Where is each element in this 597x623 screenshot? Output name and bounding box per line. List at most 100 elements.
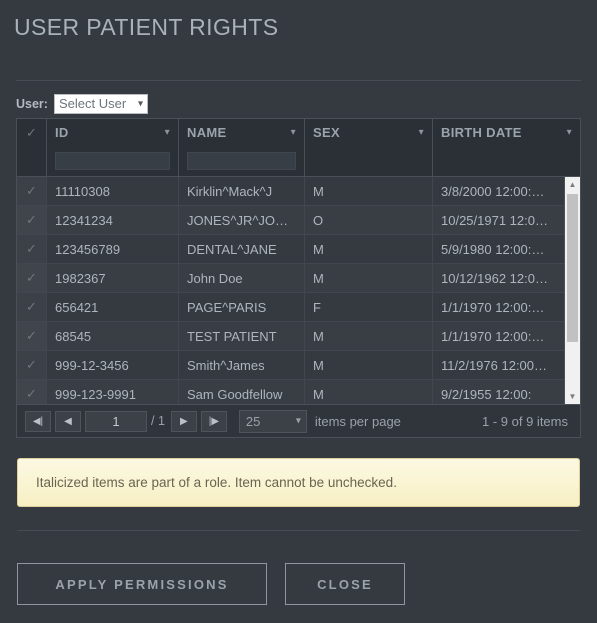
user-label: User: — [16, 97, 48, 111]
pager-prev-button[interactable]: ◀ — [55, 411, 81, 432]
grid-header-sex-title: SEX ▾ — [305, 119, 432, 146]
grid-header-name-label: NAME — [187, 125, 226, 140]
grid-rows: ✓11110308Kirklin^Mack^JM3/8/2000 12:00:…… — [17, 177, 564, 404]
user-selector-row: User: Select User ▾ — [16, 94, 148, 114]
cell-sex: M — [305, 177, 433, 205]
table-row[interactable]: ✓656421PAGE^PARISF1/1/1970 12:00:… — [17, 293, 564, 322]
row-checkmark-icon[interactable]: ✓ — [17, 293, 47, 321]
pager-range-label: 1 - 9 of 9 items — [482, 414, 572, 429]
role-notice-banner: Italicized items are part of a role. Ite… — [17, 458, 580, 507]
cell-name: PAGE^PARIS — [179, 293, 305, 321]
cell-id: 656421 — [47, 293, 179, 321]
pager-next-button[interactable]: ▶ — [171, 411, 197, 432]
grid-filter-sex-wrap — [305, 146, 432, 176]
cell-name: Smith^James — [179, 351, 305, 379]
grid-header-birth-date-label: BIRTH DATE — [441, 125, 522, 140]
page-title: USER PATIENT RIGHTS — [14, 14, 278, 41]
row-checkmark-icon[interactable]: ✓ — [17, 351, 47, 379]
grid-filter-id-wrap — [47, 146, 178, 176]
cell-dob: 5/9/1980 12:00:… — [433, 235, 564, 263]
table-row[interactable]: ✓1982367John DoeM10/12/1962 12:0… — [17, 264, 564, 293]
pager-page-size-select[interactable]: 25 — [239, 410, 307, 433]
cell-id: 68545 — [47, 322, 179, 350]
cell-name: DENTAL^JANE — [179, 235, 305, 263]
cell-sex: F — [305, 293, 433, 321]
triangle-down-icon[interactable]: ▼ — [565, 389, 580, 404]
table-row[interactable]: ✓68545TEST PATIENTM1/1/1970 12:00:… — [17, 322, 564, 351]
user-patient-rights-dialog: USER PATIENT RIGHTS User: Select User ▾ … — [0, 0, 597, 623]
grid-filter-id-input[interactable] — [55, 152, 170, 170]
row-checkmark-icon[interactable]: ✓ — [17, 322, 47, 350]
footer-divider — [17, 530, 580, 531]
cell-id: 11110308 — [47, 177, 179, 205]
cell-name: TEST PATIENT — [179, 322, 305, 350]
table-row[interactable]: ✓123456789DENTAL^JANEM5/9/1980 12:00:… — [17, 235, 564, 264]
row-checkmark-icon[interactable]: ✓ — [17, 380, 47, 404]
cell-sex: M — [305, 322, 433, 350]
close-button[interactable]: CLOSE — [285, 563, 405, 605]
patients-grid: ✓ ID ▾ NAME ▾ — [16, 118, 581, 438]
row-checkmark-icon[interactable]: ✓ — [17, 177, 47, 205]
grid-header-name[interactable]: NAME ▾ — [179, 119, 305, 176]
table-row[interactable]: ✓999-12-3456Smith^JamesM11/2/1976 12:00… — [17, 351, 564, 380]
cell-id: 123456789 — [47, 235, 179, 263]
pager-page-size-wrapper: 25 ▾ — [239, 410, 307, 433]
select-all-checkmark-icon[interactable]: ✓ — [17, 119, 46, 146]
pager-total-pages: / 1 — [151, 414, 165, 428]
grid-header-id-title: ID ▾ — [47, 119, 178, 146]
user-select-wrapper: Select User ▾ — [54, 94, 148, 114]
cell-dob: 10/25/1971 12:0… — [433, 206, 564, 234]
table-row[interactable]: ✓12341234JONES^JR^JO…O10/25/1971 12:0… — [17, 206, 564, 235]
row-checkmark-icon[interactable]: ✓ — [17, 206, 47, 234]
header-divider — [16, 80, 581, 81]
cell-dob: 10/12/1962 12:0… — [433, 264, 564, 292]
cell-sex: M — [305, 351, 433, 379]
chevron-down-icon[interactable]: ▾ — [419, 127, 424, 138]
row-checkmark-icon[interactable]: ✓ — [17, 235, 47, 263]
cell-dob: 3/8/2000 12:00:… — [433, 177, 564, 205]
pager-page-input[interactable] — [85, 411, 147, 432]
user-select[interactable]: Select User — [54, 94, 148, 114]
grid-header: ✓ ID ▾ NAME ▾ — [17, 119, 580, 177]
grid-header-id[interactable]: ID ▾ — [47, 119, 179, 176]
cell-sex: M — [305, 235, 433, 263]
grid-body: ✓11110308Kirklin^Mack^JM3/8/2000 12:00:…… — [17, 177, 580, 404]
role-notice-text: Italicized items are part of a role. Ite… — [36, 475, 397, 490]
cell-id: 999-123-9991 — [47, 380, 179, 404]
chevron-down-icon[interactable]: ▾ — [291, 127, 296, 138]
cell-dob: 11/2/1976 12:00… — [433, 351, 564, 379]
cell-dob: 1/1/1970 12:00:… — [433, 293, 564, 321]
check-filter-spacer — [17, 146, 46, 176]
cell-id: 12341234 — [47, 206, 179, 234]
pager-first-button[interactable]: ◀| — [25, 411, 51, 432]
cell-sex: M — [305, 380, 433, 404]
cell-name: John Doe — [179, 264, 305, 292]
grid-header-sex-label: SEX — [313, 125, 340, 140]
row-checkmark-icon[interactable]: ✓ — [17, 264, 47, 292]
grid-header-birth-date-title: BIRTH DATE ▾ — [433, 119, 580, 146]
cell-name: Kirklin^Mack^J — [179, 177, 305, 205]
apply-permissions-button[interactable]: APPLY PERMISSIONS — [17, 563, 267, 605]
grid-vertical-scrollbar[interactable]: ▲ ▼ — [564, 177, 580, 404]
pager-items-per-page-label: items per page — [315, 414, 401, 429]
cell-dob: 1/1/1970 12:00:… — [433, 322, 564, 350]
table-row[interactable]: ✓11110308Kirklin^Mack^JM3/8/2000 12:00:… — [17, 177, 564, 206]
grid-header-name-title: NAME ▾ — [179, 119, 304, 146]
grid-header-sex[interactable]: SEX ▾ — [305, 119, 433, 176]
table-row[interactable]: ✓999-123-9991Sam GoodfellowM9/2/1955 12:… — [17, 380, 564, 404]
triangle-up-icon[interactable]: ▲ — [565, 177, 580, 192]
grid-filter-birth-date-wrap — [433, 146, 580, 176]
cell-id: 999-12-3456 — [47, 351, 179, 379]
grid-header-check-column: ✓ — [17, 119, 47, 176]
cell-id: 1982367 — [47, 264, 179, 292]
chevron-down-icon[interactable]: ▾ — [567, 127, 572, 138]
cell-sex: M — [305, 264, 433, 292]
grid-header-id-label: ID — [55, 125, 69, 140]
pager-last-button[interactable]: |▶ — [201, 411, 227, 432]
scrollbar-thumb[interactable] — [567, 194, 578, 342]
chevron-down-icon[interactable]: ▾ — [165, 127, 170, 138]
grid-filter-name-input[interactable] — [187, 152, 296, 170]
cell-name: Sam Goodfellow — [179, 380, 305, 404]
grid-header-birth-date[interactable]: BIRTH DATE ▾ — [433, 119, 580, 176]
cell-sex: O — [305, 206, 433, 234]
